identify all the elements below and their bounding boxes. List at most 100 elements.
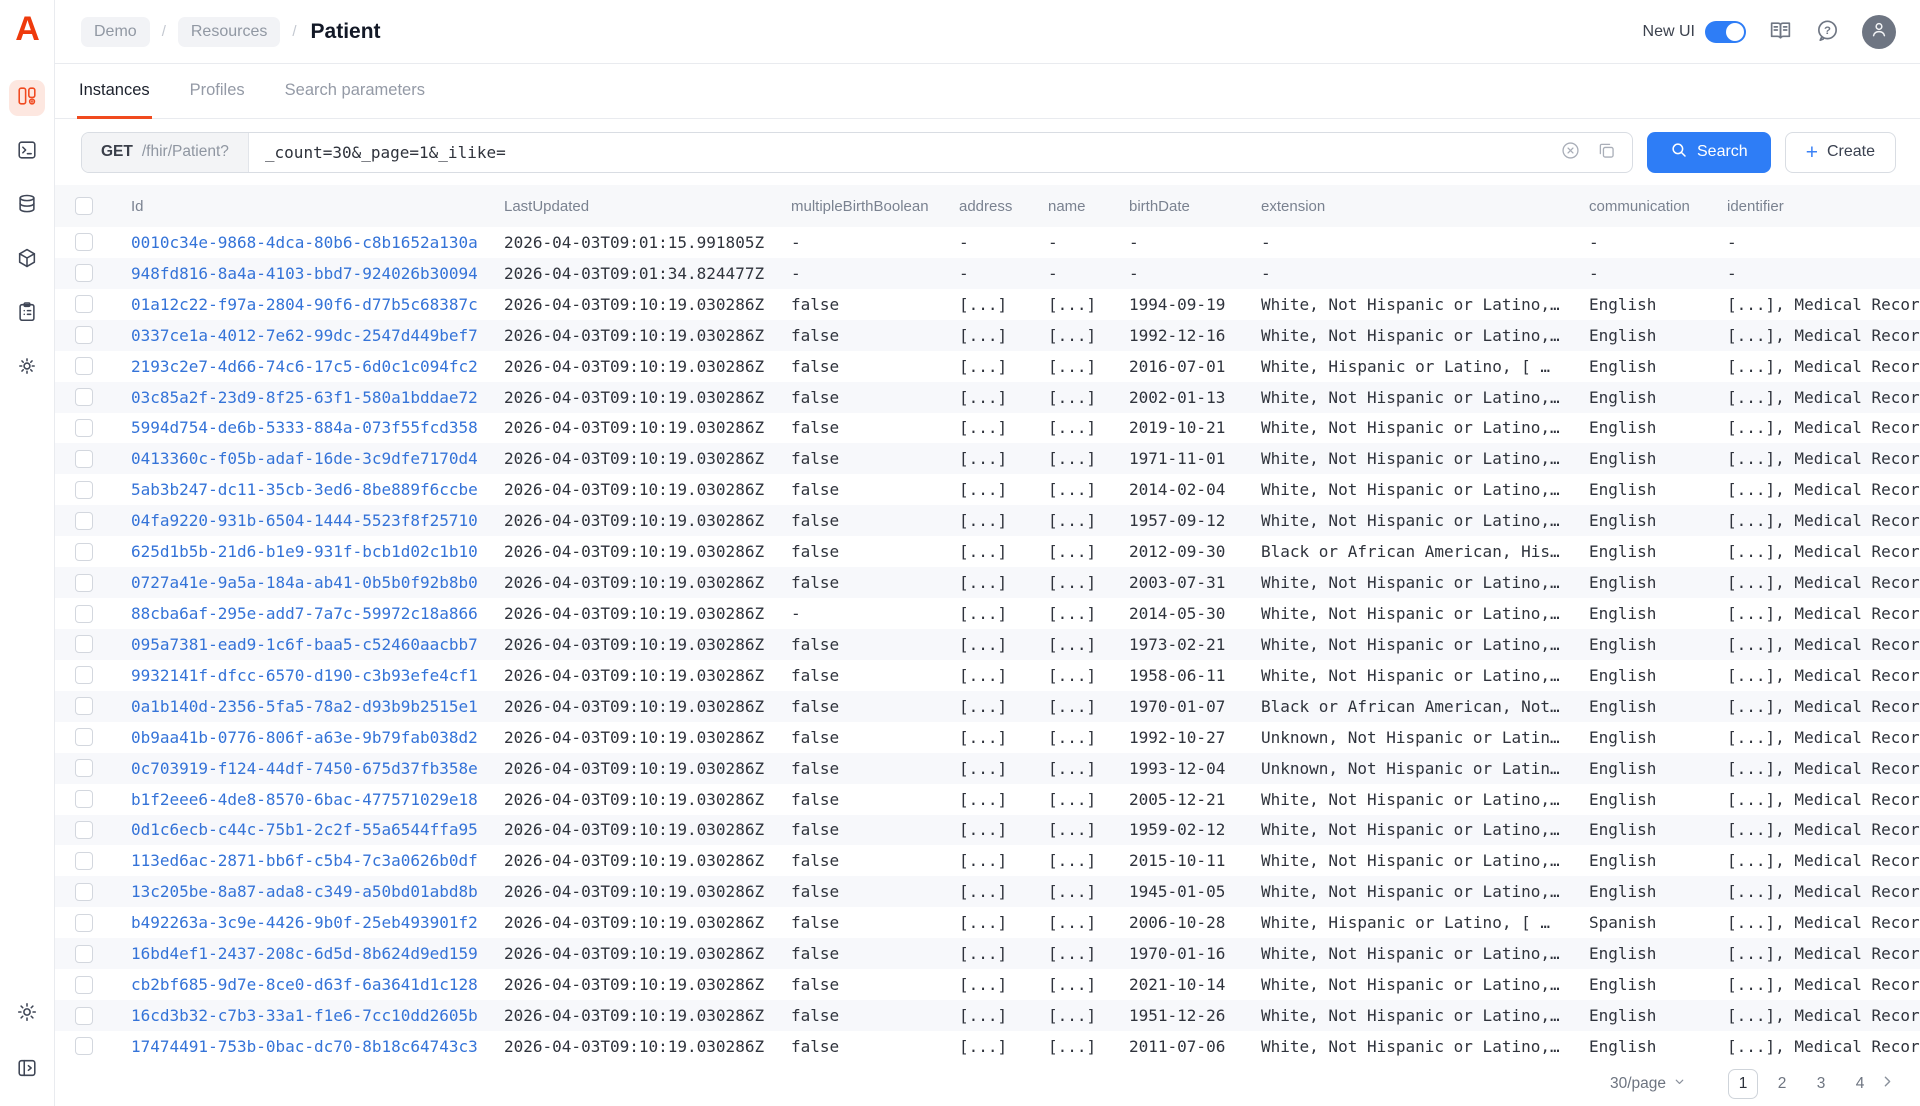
sidebar-item-forms[interactable] — [9, 296, 45, 332]
sidebar-item-settings[interactable] — [9, 996, 45, 1032]
resource-id-link[interactable]: 0b9aa41b-0776-806f-a63e-9b79fab038d2 — [111, 728, 484, 747]
resource-id-link[interactable]: 0010c34e-9868-4dca-80b6-c8b1652a130a — [111, 233, 484, 252]
resource-id-link[interactable]: 0727a41e-9a5a-184a-ab41-0b5b0f92b8b0 — [111, 573, 484, 592]
resource-id-link[interactable]: 03c85a2f-23d9-8f25-63f1-580a1bddae72 — [111, 388, 484, 407]
row-checkbox[interactable] — [75, 635, 93, 653]
sidebar-item-rest-console[interactable] — [9, 134, 45, 170]
page-button-2[interactable]: 2 — [1767, 1069, 1797, 1099]
row-checkbox[interactable] — [75, 450, 93, 468]
resource-id-link[interactable]: b492263a-3c9e-4426-9b0f-25eb493901f2 — [111, 913, 484, 932]
clear-button[interactable] — [1560, 140, 1581, 164]
row-checkbox[interactable] — [75, 481, 93, 499]
resource-id-link[interactable]: 625d1b5b-21d6-b1e9-931f-bcb1d02c1b10 — [111, 542, 484, 561]
row-checkbox[interactable] — [75, 1037, 93, 1055]
row-checkbox[interactable] — [75, 883, 93, 901]
help-button[interactable]: ? — [1815, 18, 1840, 46]
table-row: 03c85a2f-23d9-8f25-63f1-580a1bddae722026… — [55, 382, 1920, 413]
resource-id-link[interactable]: 2193c2e7-4d66-74c6-17c5-6d0c1c094fc2 — [111, 357, 484, 376]
resource-id-link[interactable]: 0c703919-f124-44df-7450-675d37fb358e — [111, 759, 484, 778]
resource-id-link[interactable]: 16cd3b32-c7b3-33a1-f1e6-7cc10dd2605b — [111, 1006, 484, 1025]
resource-id-link[interactable]: b1f2eee6-4de8-8570-6bac-477571029e18 — [111, 790, 484, 809]
row-checkbox[interactable] — [75, 574, 93, 592]
sidebar-item-packages[interactable] — [9, 242, 45, 278]
row-checkbox[interactable] — [75, 357, 93, 375]
row-checkbox[interactable] — [75, 945, 93, 963]
row-checkbox[interactable] — [75, 419, 93, 437]
resource-id-link[interactable]: 113ed6ac-2871-bb6f-c5b4-7c3a0626b0df — [111, 851, 484, 870]
next-page-button[interactable] — [1879, 1073, 1896, 1095]
row-checkbox[interactable] — [75, 543, 93, 561]
cell-multiplebirthboolean: false — [771, 542, 939, 561]
row-checkbox[interactable] — [75, 512, 93, 530]
sidebar-item-dev-panel[interactable] — [9, 1052, 45, 1088]
cell-lastupdated: 2026-04-03T09:10:19.030286Z — [484, 542, 771, 561]
resource-id-link[interactable]: 01a12c22-f97a-2804-90f6-d77b5c68387c — [111, 295, 484, 314]
http-method-chip[interactable]: GET /fhir/Patient? — [82, 133, 249, 172]
row-checkbox[interactable] — [75, 728, 93, 746]
copy-button[interactable] — [1596, 140, 1617, 164]
resource-id-link[interactable]: cb2bf685-9d7e-8ce0-d63f-6a3641d1c128 — [111, 975, 484, 994]
row-checkbox[interactable] — [75, 852, 93, 870]
tab-profiles[interactable]: Profiles — [188, 64, 247, 119]
row-checkbox[interactable] — [75, 295, 93, 313]
cell-address: [...] — [939, 1006, 1028, 1025]
aidbox-logo[interactable]: A — [15, 12, 39, 46]
copy-icon — [1596, 140, 1617, 164]
cell-identifier: [...], Medical Record — [1707, 326, 1920, 345]
new-ui-switch-group: New UI — [1643, 21, 1746, 43]
sidebar-item-iam[interactable] — [9, 350, 45, 386]
row-checkbox[interactable] — [75, 388, 93, 406]
tab-search-parameters[interactable]: Search parameters — [283, 64, 427, 119]
tab-instances[interactable]: Instances — [77, 64, 152, 119]
row-checkbox[interactable] — [75, 264, 93, 282]
resource-id-link[interactable]: 095a7381-ead9-1c6f-baa5-c52460aacbb7 — [111, 635, 484, 654]
cell-address: [...] — [939, 882, 1028, 901]
row-checkbox[interactable] — [75, 605, 93, 623]
page-button-4[interactable]: 4 — [1845, 1069, 1875, 1099]
search-button[interactable]: Search — [1647, 132, 1771, 173]
sidebar-item-db-console[interactable] — [9, 188, 45, 224]
resource-id-link[interactable]: 5994d754-de6b-5333-884a-073f55fcd358 — [111, 418, 484, 437]
cell-birthdate: 2014-05-30 — [1109, 604, 1241, 623]
user-avatar[interactable] — [1862, 15, 1896, 49]
resource-id-link[interactable]: 5ab3b247-dc11-35cb-3ed6-8be889f6ccbe — [111, 480, 484, 499]
row-checkbox[interactable] — [75, 759, 93, 777]
resource-id-link[interactable]: 9932141f-dfcc-6570-d190-c3b93efe4cf1 — [111, 666, 484, 685]
resource-id-link[interactable]: 0d1c6ecb-c44c-75b1-2c2f-55a6544ffa95 — [111, 820, 484, 839]
page-button-3[interactable]: 3 — [1806, 1069, 1836, 1099]
row-checkbox[interactable] — [75, 326, 93, 344]
cell-identifier: [...], Medical Record — [1707, 697, 1920, 716]
cell-name: [...] — [1028, 944, 1109, 963]
breadcrumb-item-resources[interactable]: Resources — [178, 17, 280, 47]
row-checkbox[interactable] — [75, 1007, 93, 1025]
resource-id-link[interactable]: 16bd4ef1-2437-208c-6d5d-8b624d9ed159 — [111, 944, 484, 963]
resource-id-link[interactable]: 13c205be-8a87-ada8-c349-a50bd01abd8b — [111, 882, 484, 901]
resource-id-link[interactable]: 0413360c-f05b-adaf-16de-3c9dfe7170d4 — [111, 449, 484, 468]
resource-id-link[interactable]: 88cba6af-295e-add7-7a7c-59972c18a866 — [111, 604, 484, 623]
query-input[interactable] — [249, 143, 1560, 162]
page-button-1[interactable]: 1 — [1728, 1069, 1758, 1099]
row-checkbox[interactable] — [75, 821, 93, 839]
row-checkbox[interactable] — [75, 233, 93, 251]
row-checkbox[interactable] — [75, 976, 93, 994]
cell-name: [...] — [1028, 666, 1109, 685]
resource-id-link[interactable]: 0a1b140d-2356-5fa5-78a2-d93b9b2515e1 — [111, 697, 484, 716]
create-button[interactable]: + Create — [1785, 132, 1896, 173]
row-checkbox[interactable] — [75, 697, 93, 715]
cell-address: [...] — [939, 666, 1028, 685]
row-checkbox[interactable] — [75, 914, 93, 932]
table-row: 0413360c-f05b-adaf-16de-3c9dfe7170d42026… — [55, 443, 1920, 474]
select-all-checkbox[interactable] — [75, 197, 93, 215]
new-ui-toggle[interactable] — [1705, 21, 1746, 43]
breadcrumb-item-demo[interactable]: Demo — [81, 17, 150, 47]
row-checkbox[interactable] — [75, 666, 93, 684]
resource-id-link[interactable]: 948fd816-8a4a-4103-bbd7-924026b30094 — [111, 264, 484, 283]
resource-id-link[interactable]: 0337ce1a-4012-7e62-99dc-2547d449bef7 — [111, 326, 484, 345]
page-size-select[interactable]: 30/page — [1610, 1075, 1686, 1093]
docs-button[interactable] — [1768, 18, 1793, 46]
sidebar-item-resources[interactable] — [9, 80, 45, 116]
row-checkbox[interactable] — [75, 790, 93, 808]
resource-id-link[interactable]: 04fa9220-931b-6504-1444-5523f8f25710 — [111, 511, 484, 530]
cell-lastupdated: 2026-04-03T09:10:19.030286Z — [484, 1006, 771, 1025]
resource-id-link[interactable]: 17474491-753b-0bac-dc70-8b18c64743c3 — [111, 1037, 484, 1056]
